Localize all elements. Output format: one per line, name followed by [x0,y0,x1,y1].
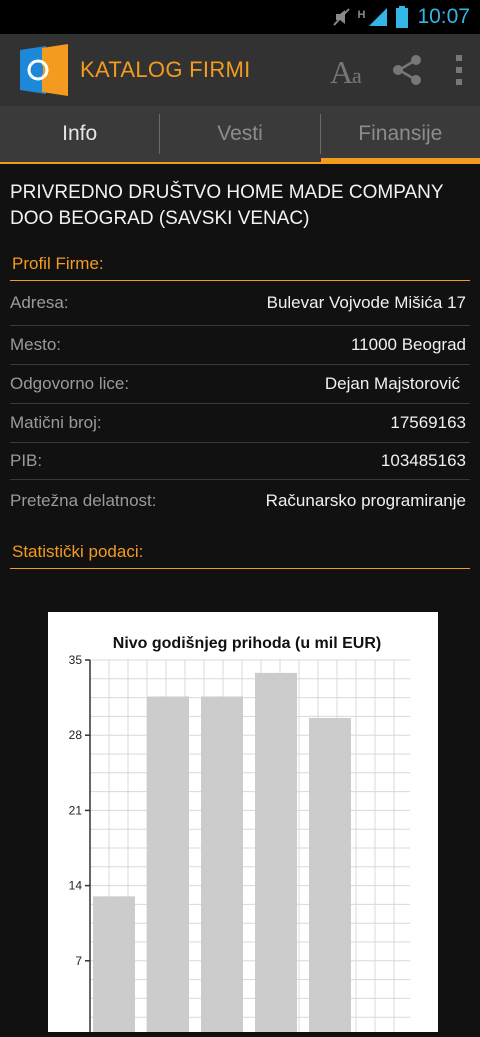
share-button[interactable] [376,34,438,106]
signal-icon [369,8,388,26]
row-value: 17569163 [390,413,466,432]
profile-row-pib: PIB: 103485163 [10,443,470,480]
row-label: Adresa: [10,293,69,312]
status-bar: H 10:07 [0,0,480,34]
row-label: Matični broj: [10,413,102,432]
tab-info[interactable]: Info [0,106,159,162]
row-label: Pretežna delatnost: [10,491,157,510]
profile-row-registration-number: Matični broj: 17569163 [10,404,470,443]
clock: 10:07 [417,5,470,28]
svg-text:A: A [330,54,353,87]
app-logo-icon[interactable] [16,42,72,98]
content-area: PRIVREDNO DRUŠTVO HOME MADE COMPANY DOO … [0,164,480,569]
profile-row-city: Mesto: 11000 Beograd [10,326,470,365]
bar [255,672,297,1036]
row-value: 103485163 [380,451,466,470]
revenue-chart: Nivo godišnjeg prihoda (u mil EUR) 7 14 21… [48,612,438,1037]
row-label: Mesto: [10,335,62,354]
row-label: PIB: [10,451,43,470]
row-value: Bulevar Vojvode Mišića 17 [266,293,466,312]
tab-bar: Info Vesti Finansije [0,106,480,164]
bar [93,896,135,1036]
bar [309,718,351,1036]
overflow-menu-icon [456,55,462,85]
bar [147,696,189,1036]
company-name: PRIVREDNO DRUŠTVO HOME MADE COMPANY DOO … [10,182,444,229]
row-value: Dejan Majstorović [324,374,460,393]
chart-axis: 7 14 21 28 35 [69,653,91,1036]
bar [201,696,243,1036]
action-bar-actions: A a [328,34,480,106]
profile-row-activity: Pretežna delatnost: Računarsko programir… [10,480,470,522]
revenue-chart-svg: Nivo godišnjeg prihoda (u mil EUR) 7 14 21… [69,635,410,1037]
profile-row-responsible-person: Odgovorno lice: Dejan Majstorović [10,365,470,404]
chart-title: Nivo godišnjeg prihoda (u mil EUR) [113,635,381,652]
row-value: Računarsko programiranje [265,491,466,510]
statistics-header: Statistički podaci: [10,542,470,569]
share-icon [393,55,421,85]
tab-finansije[interactable]: Finansije [320,106,480,164]
row-value: 11000 Beograd [350,335,466,354]
profile-header: Profil Firme: [10,254,470,281]
y-tick-label: 21 [69,803,83,817]
tab-finansije-label: Finansije [358,122,443,145]
action-bar: KATALOG FIRMI A a [0,34,480,106]
battery-icon [396,6,409,28]
network-type-label: H [357,9,366,21]
chart-grid [90,659,410,1037]
overflow-menu-button[interactable] [438,34,480,106]
y-tick-label: 35 [69,653,83,667]
y-tick-label: 14 [69,879,83,893]
svg-text:a: a [352,63,362,87]
app-title: KATALOG FIRMI [80,57,251,82]
status-icons: H [333,5,409,29]
mute-icon [333,8,351,26]
tab-vesti[interactable]: Vesti [160,106,319,162]
chart-bars [93,672,351,1036]
y-tick-label: 7 [75,954,82,968]
text-size-icon: A a [330,54,362,87]
y-tick-label: 28 [69,728,83,742]
row-label: Odgovorno lice: [10,374,130,393]
tab-vesti-label: Vesti [217,122,263,145]
text-size-button[interactable]: A a [328,34,376,106]
tab-info-label: Info [62,122,98,145]
profile-row-address: Adresa: Bulevar Vojvode Mišića 17 [10,281,470,326]
